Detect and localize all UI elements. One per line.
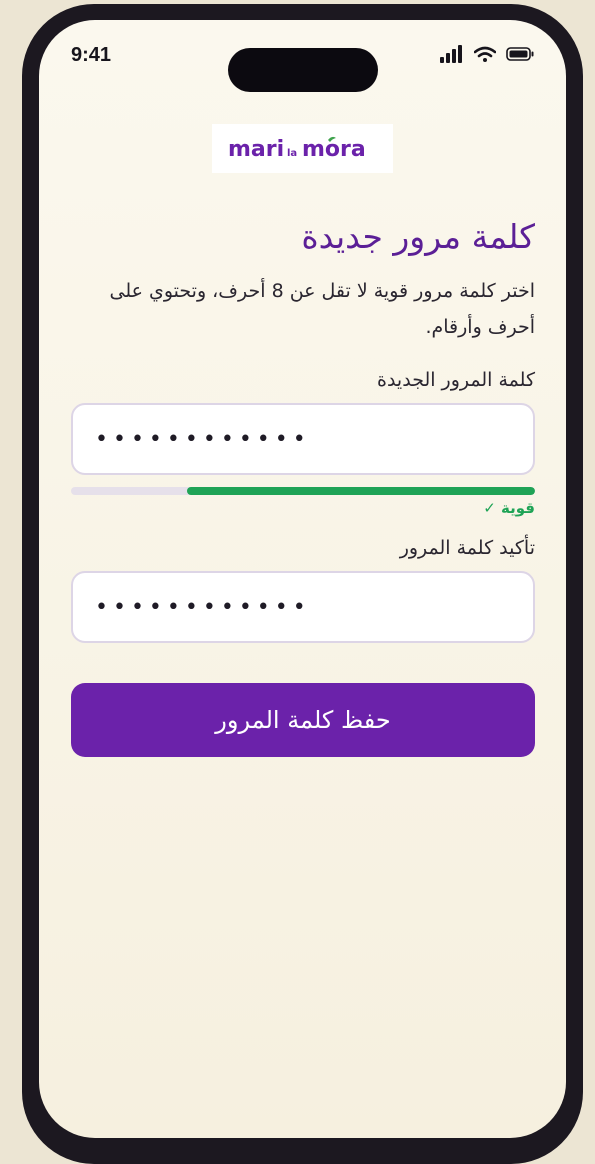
- signal-icon: [440, 45, 462, 63]
- new-password-field[interactable]: [71, 403, 535, 475]
- confirm-password-field[interactable]: [71, 571, 535, 643]
- page-subtitle: اختر كلمة مرور قوية لا تقل عن 8 أحرف، وت…: [109, 280, 535, 338]
- main-content: كلمة مرور جديدة اختر كلمة مرور قوية لا ت…: [71, 215, 535, 757]
- battery-icon: [506, 47, 534, 61]
- wifi-icon: [474, 46, 496, 62]
- status-icons: [440, 45, 534, 63]
- phone-frame: 9:41 mari la mora كلمة مرور جديدة اختر ك…: [22, 4, 583, 1164]
- dynamic-island: [228, 48, 378, 92]
- password-strength-meter: [71, 487, 535, 495]
- logo-word1: mari: [228, 137, 284, 162]
- status-time: 9:41: [71, 44, 112, 66]
- logo-word2: la: [287, 148, 297, 159]
- new-password-input[interactable]: [95, 426, 533, 452]
- brand-logo-mark: mari la mora: [228, 136, 366, 162]
- save-password-button[interactable]: حفظ كلمة المرور: [71, 683, 535, 757]
- screen: 9:41 mari la mora كلمة مرور جديدة اختر ك…: [39, 20, 566, 1138]
- page-title: كلمة مرور جديدة: [301, 217, 535, 256]
- password-strength-fill: [187, 487, 535, 495]
- logo-word3: mora: [302, 137, 366, 162]
- confirm-password-input[interactable]: [95, 594, 533, 620]
- confirm-password-label: تأكيد كلمة المرور: [399, 537, 535, 559]
- brand-logo: mari la mora: [212, 124, 393, 173]
- new-password-label: كلمة المرور الجديدة: [377, 369, 535, 391]
- password-strength-label: قوية ✓: [483, 499, 535, 517]
